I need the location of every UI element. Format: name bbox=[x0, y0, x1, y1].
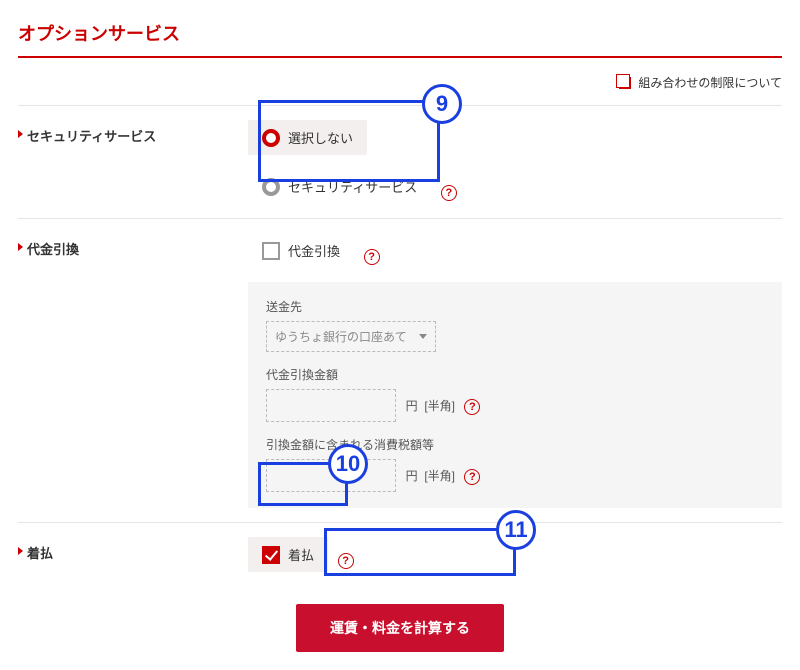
row-collect-label-text: 着払 bbox=[27, 543, 53, 562]
cod-tax-input[interactable] bbox=[266, 459, 396, 492]
chevron-right-icon bbox=[18, 130, 23, 138]
cod-tax-label: 引換金額に含まれる消費税額等 bbox=[266, 436, 764, 453]
radio-security-service-label: セキュリティサービス bbox=[288, 177, 417, 196]
chevron-down-icon bbox=[419, 334, 427, 339]
calc-row: 運賃・料金を計算する bbox=[18, 586, 782, 658]
chevron-right-icon bbox=[18, 547, 23, 555]
cod-dest-label: 送金先 bbox=[266, 298, 764, 315]
combination-limit-link-label: 組み合わせの制限について bbox=[638, 76, 782, 90]
radio-unselected-icon bbox=[262, 178, 280, 196]
checkbox-unchecked-icon bbox=[262, 242, 280, 260]
page-title: オプションサービス bbox=[18, 12, 782, 56]
row-cod-content: 代金引換 ? 送金先 ゆうちょ銀行の口座あて 代金引換金額 円 [半角] bbox=[248, 233, 782, 508]
row-security-label-text: セキュリティサービス bbox=[27, 126, 156, 145]
row-security: セキュリティサービス 選択しない セキュリティサービス ? bbox=[18, 105, 782, 218]
combination-limit-link[interactable]: 組み合わせの制限について bbox=[619, 76, 782, 90]
row-cod-label: 代金引換 bbox=[18, 233, 248, 508]
chevron-right-icon bbox=[18, 243, 23, 251]
cod-amount-unit: 円 [半角] bbox=[406, 399, 459, 413]
radio-security-service[interactable]: セキュリティサービス bbox=[248, 169, 431, 204]
help-icon[interactable]: ? bbox=[338, 553, 354, 569]
calculate-button[interactable]: 運賃・料金を計算する bbox=[296, 604, 504, 652]
row-collect-content: 着払 ? bbox=[248, 537, 782, 572]
row-security-label: セキュリティサービス bbox=[18, 120, 248, 204]
checkbox-checked-icon bbox=[262, 546, 280, 564]
top-link-row: 組み合わせの制限について bbox=[18, 70, 782, 105]
row-cod-label-text: 代金引換 bbox=[27, 239, 79, 258]
row-security-content: 選択しない セキュリティサービス ? bbox=[248, 120, 782, 204]
radio-security-none-label: 選択しない bbox=[288, 128, 353, 147]
help-icon[interactable]: ? bbox=[364, 249, 380, 265]
checkbox-collect[interactable]: 着払 bbox=[248, 537, 328, 572]
row-cod: 代金引換 代金引換 ? 送金先 ゆうちょ銀行の口座あて 代金引換金額 bbox=[18, 218, 782, 522]
cod-amount-input[interactable] bbox=[266, 389, 396, 422]
cod-subpanel: 送金先 ゆうちょ銀行の口座あて 代金引換金額 円 [半角] ? 引換金額に含まれ bbox=[248, 282, 782, 508]
external-link-icon bbox=[619, 77, 631, 89]
row-collect-label: 着払 bbox=[18, 537, 248, 572]
checkbox-cod[interactable]: 代金引換 bbox=[248, 233, 354, 268]
cod-amount-label: 代金引換金額 bbox=[266, 366, 764, 383]
radio-security-none[interactable]: 選択しない bbox=[248, 120, 367, 155]
help-icon[interactable]: ? bbox=[464, 399, 480, 415]
cod-dest-selected: ゆうちょ銀行の口座あて bbox=[275, 328, 407, 345]
cod-dest-select[interactable]: ゆうちょ銀行の口座あて bbox=[266, 321, 436, 352]
checkbox-cod-label: 代金引換 bbox=[288, 241, 340, 260]
help-icon[interactable]: ? bbox=[441, 185, 457, 201]
radio-selected-icon bbox=[262, 129, 280, 147]
row-collect: 着払 着払 ? bbox=[18, 522, 782, 586]
help-icon[interactable]: ? bbox=[464, 469, 480, 485]
title-underline bbox=[18, 56, 782, 58]
checkbox-collect-label: 着払 bbox=[288, 545, 314, 564]
cod-tax-unit: 円 [半角] bbox=[406, 469, 459, 483]
